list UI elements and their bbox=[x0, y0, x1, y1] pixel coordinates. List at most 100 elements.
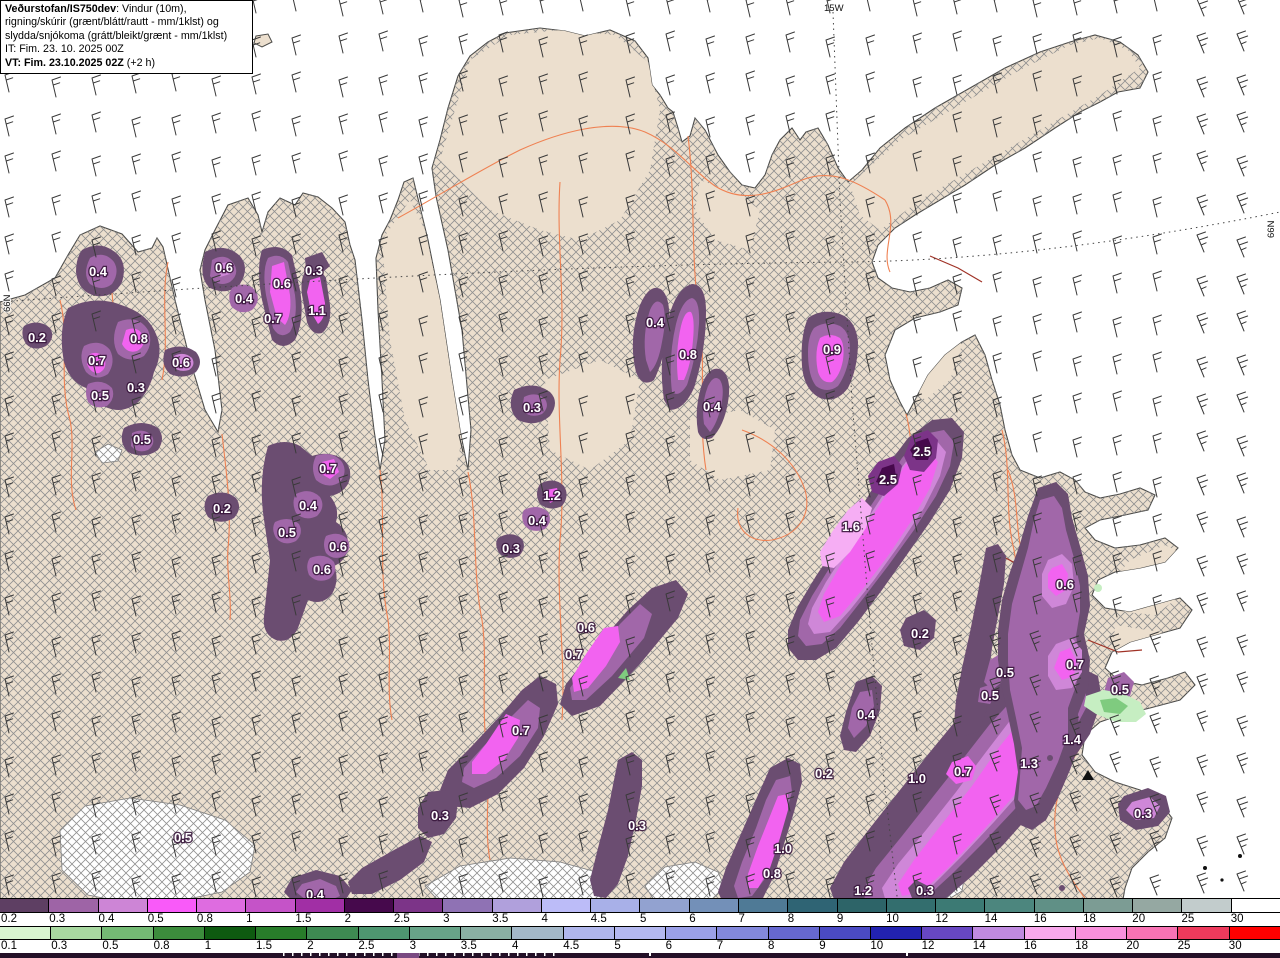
scale-cell bbox=[1133, 899, 1182, 912]
islet-dot bbox=[1220, 878, 1223, 881]
scale-cell bbox=[461, 927, 512, 939]
precip-value-label: 0.3 bbox=[523, 400, 541, 415]
islet-dot bbox=[1203, 866, 1207, 870]
precip-value-label: 0.4 bbox=[235, 291, 254, 306]
precip-value-label: 0.6 bbox=[577, 620, 595, 635]
precip-value-label: 0.6 bbox=[273, 276, 291, 291]
scale-cell bbox=[591, 899, 640, 912]
scale-cell bbox=[615, 927, 666, 939]
scale-cell bbox=[49, 899, 98, 912]
scale-cell bbox=[102, 927, 153, 939]
scale-cell bbox=[256, 927, 307, 939]
scale-cell bbox=[99, 899, 148, 912]
precip-value-label: 0.3 bbox=[305, 263, 323, 278]
product-info-box: Veðurstofan/IS750dev: Vindur (10m), rign… bbox=[0, 0, 253, 74]
product-line-rain: rigning/skúrir (grænt/blátt/rautt - mm/1… bbox=[5, 16, 248, 29]
precip-value-label: 0.2 bbox=[911, 626, 929, 641]
precip-value-label: 1.3 bbox=[1020, 756, 1038, 771]
precip-value-label: 0.2 bbox=[213, 501, 231, 516]
precip-value-label: 1.0 bbox=[774, 841, 792, 856]
precip-value-label: 0.5 bbox=[174, 830, 192, 845]
scale-value: 1 bbox=[205, 940, 211, 952]
scale-value: 1.5 bbox=[295, 913, 311, 925]
precip-value-label: 0.8 bbox=[679, 347, 697, 362]
scale-cell bbox=[1035, 899, 1084, 912]
precip-value-label: 0.3 bbox=[502, 541, 520, 556]
scale-value: 8 bbox=[768, 940, 774, 952]
scale-value: 0.8 bbox=[197, 913, 213, 925]
color-scale-legend: 0.20.30.40.50.811.522.533.544.5567891012… bbox=[0, 898, 1280, 958]
scale-value: 14 bbox=[985, 913, 998, 925]
precip-value-label: 2.5 bbox=[879, 472, 897, 487]
precip-value-label: 1.4 bbox=[1063, 732, 1082, 747]
scale-value: 12 bbox=[922, 940, 935, 952]
rain-scale-labels: 0.10.30.50.811.522.533.544.5567891012141… bbox=[0, 940, 1280, 953]
scale-value: 20 bbox=[1132, 913, 1145, 925]
scale-cell bbox=[871, 927, 922, 939]
scale-value: 1 bbox=[246, 913, 252, 925]
scale-cell bbox=[307, 927, 358, 939]
scale-value: 3 bbox=[410, 940, 416, 952]
scale-value: 8 bbox=[788, 913, 794, 925]
scale-value: 0.3 bbox=[51, 940, 67, 952]
scale-tick bbox=[649, 953, 651, 956]
precip-value-label: 0.4 bbox=[703, 399, 722, 414]
scale-value: 4.5 bbox=[591, 913, 607, 925]
precip-value-label: 0.4 bbox=[857, 707, 876, 722]
scale-cell bbox=[410, 927, 461, 939]
scale-value: 3.5 bbox=[492, 913, 508, 925]
scale-value: 7 bbox=[738, 913, 744, 925]
scale-value: 4.5 bbox=[563, 940, 579, 952]
scale-color-patch bbox=[397, 953, 419, 958]
scale-cell bbox=[739, 899, 788, 912]
scale-value: 18 bbox=[1075, 940, 1088, 952]
scale-cell bbox=[666, 927, 717, 939]
precip-value-label: 0.3 bbox=[431, 808, 449, 823]
scale-value: 0.5 bbox=[148, 913, 164, 925]
valid-time-bold: VT: Fim. 23.10.2025 02Z bbox=[5, 57, 124, 69]
scale-cell bbox=[1127, 927, 1178, 939]
precip-value-label: 0.5 bbox=[1111, 682, 1129, 697]
scale-cell bbox=[640, 899, 689, 912]
scale-cell bbox=[1232, 899, 1280, 912]
precip-value-label: 0.5 bbox=[133, 432, 151, 447]
precip-value-label: 1.0 bbox=[908, 771, 926, 786]
scale-value: 0.1 bbox=[1, 940, 17, 952]
precip-value-label: 0.8 bbox=[763, 866, 781, 881]
scale-value: 6 bbox=[666, 940, 672, 952]
scale-cell bbox=[148, 899, 197, 912]
scale-value: 2.5 bbox=[394, 913, 410, 925]
product-line-sleet: slydda/snjókoma (grátt/bleikt/grænt - mm… bbox=[5, 30, 248, 43]
third-scale-partial bbox=[0, 953, 1280, 958]
scale-value: 0.4 bbox=[98, 913, 114, 925]
precip-value-label: 0.2 bbox=[28, 330, 46, 345]
scale-cell bbox=[769, 927, 820, 939]
scale-cell bbox=[1076, 927, 1127, 939]
scale-value: 18 bbox=[1083, 913, 1096, 925]
scale-cell bbox=[246, 899, 295, 912]
scale-value: 9 bbox=[837, 913, 843, 925]
scale-cell bbox=[936, 899, 985, 912]
sleet-scale-band bbox=[0, 898, 1280, 913]
scale-value: 5 bbox=[640, 913, 646, 925]
precip-value-label: 0.6 bbox=[215, 260, 233, 275]
precip-value-label: 0.3 bbox=[916, 883, 934, 898]
scale-cell bbox=[197, 899, 246, 912]
precip-value-label: 0.5 bbox=[278, 525, 296, 540]
scale-value: 2.5 bbox=[358, 940, 374, 952]
scale-cell bbox=[922, 927, 973, 939]
meridian-label: 15W bbox=[824, 3, 844, 14]
scale-value: 1.5 bbox=[256, 940, 272, 952]
scale-value: 3.5 bbox=[461, 940, 477, 952]
scale-cell bbox=[788, 899, 837, 912]
scale-value: 12 bbox=[935, 913, 948, 925]
latitude-label-right: 66N bbox=[1266, 220, 1277, 238]
product-variable: : Vindur (10m), bbox=[116, 3, 187, 15]
scale-cell bbox=[345, 899, 394, 912]
precip-value-label: 0.7 bbox=[319, 461, 337, 476]
product-title: Veðurstofan/IS750dev: Vindur (10m), bbox=[5, 3, 248, 16]
scale-cell bbox=[717, 927, 768, 939]
precip-value-label: 0.4 bbox=[646, 315, 665, 330]
rain-patch bbox=[1094, 584, 1102, 592]
init-time: IT: Fim. 23. 10. 2025 00Z bbox=[5, 43, 248, 56]
